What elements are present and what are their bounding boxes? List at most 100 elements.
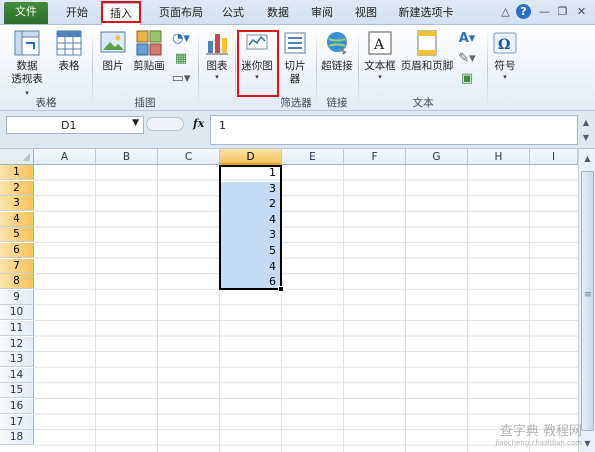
smartart-icon[interactable]: ▦: [170, 49, 192, 69]
formula-bar: D1 ▼ fx 1 ▲ ▼: [0, 111, 595, 149]
cell-d4[interactable]: 4: [220, 212, 279, 228]
chart-button[interactable]: 图表 ▾: [203, 29, 231, 81]
table-button[interactable]: 表格: [52, 29, 86, 73]
screenshot-icon[interactable]: ▭▾: [170, 69, 192, 89]
slicer-icon: [284, 32, 306, 54]
picture-button[interactable]: 图片: [98, 29, 128, 73]
ribbon-tab-bar: 文件 开始 插入 页面布局 公式 数据 审阅 视图 新建选项卡 △ ? — ❐ …: [0, 0, 595, 26]
cell-d3[interactable]: 2: [220, 196, 279, 212]
row-header-6[interactable]: 6: [0, 243, 34, 258]
chart-label: 图表: [206, 60, 228, 72]
minimize-icon[interactable]: —: [537, 4, 552, 19]
row-header-17[interactable]: 17: [0, 414, 34, 430]
shapes-icon[interactable]: ◔▾: [170, 29, 192, 49]
row-header-16[interactable]: 16: [0, 399, 34, 414]
hyperlink-icon: [327, 32, 347, 55]
column-header-h[interactable]: H: [468, 149, 530, 165]
signature-line-icon[interactable]: ✎▾: [456, 49, 478, 69]
collapse-ribbon-icon[interactable]: △: [498, 4, 513, 19]
name-box-value: D1: [61, 119, 77, 132]
row-header-18[interactable]: 18: [0, 430, 34, 446]
tab-data[interactable]: 数据: [258, 3, 298, 24]
restore-icon[interactable]: ❐: [555, 4, 570, 19]
cell-d6[interactable]: 5: [220, 243, 279, 259]
tab-formulas[interactable]: 公式: [214, 3, 252, 24]
cell-grid[interactable]: [34, 165, 578, 452]
row-header-11[interactable]: 11: [0, 321, 34, 336]
cell-d2[interactable]: 3: [220, 181, 279, 197]
watermark: 查字典 教程网 jiaocheng.chazidian.com: [462, 420, 582, 447]
name-box[interactable]: D1 ▼: [6, 116, 144, 134]
column-header-a[interactable]: A: [34, 149, 96, 165]
row-header-9[interactable]: 9: [0, 289, 34, 305]
textbox-button[interactable]: A 文本框 ▾: [362, 29, 398, 81]
formula-bar-splitter[interactable]: [146, 117, 184, 131]
ribbon-insert: 数据 透视表 ▾ 表格 表格 图片 剪贴画 ◔▾ ▦ ▭▾ 插图 图表 ▾ 迷你…: [0, 25, 595, 111]
fx-icon[interactable]: fx: [193, 117, 204, 130]
select-all-corner[interactable]: [0, 149, 34, 165]
text-small-buttons[interactable]: A▾ ✎▾ ▣: [456, 29, 478, 89]
svg-text:Ω: Ω: [498, 37, 510, 53]
name-box-dropdown-icon[interactable]: ▼: [132, 118, 139, 128]
group-filter-label: 筛选器: [280, 97, 312, 109]
column-header-i[interactable]: I: [530, 149, 578, 165]
column-header-g[interactable]: G: [406, 149, 468, 165]
hyperlink-button[interactable]: 超链接: [320, 29, 354, 73]
row-header-13[interactable]: 13: [0, 352, 34, 368]
scroll-thumb[interactable]: [581, 171, 594, 431]
textbox-label: 文本框: [364, 60, 396, 72]
header-footer-button[interactable]: 页眉和页脚: [400, 29, 454, 73]
group-separator: [358, 31, 359, 107]
shapes-smartart-buttons[interactable]: ◔▾ ▦ ▭▾: [170, 29, 192, 89]
object-icon[interactable]: ▣: [456, 69, 478, 89]
row-header-2[interactable]: 2: [0, 180, 34, 196]
sparkline-highlight: [237, 30, 279, 97]
group-tables-label: 表格: [35, 97, 57, 109]
column-header-c[interactable]: C: [158, 149, 220, 165]
column-header-d[interactable]: D: [220, 149, 282, 165]
row-header-10[interactable]: 10: [0, 305, 34, 321]
column-header-e[interactable]: E: [282, 149, 344, 165]
textbox-icon: A: [368, 31, 392, 55]
formula-expand-icon[interactable]: ▲ ▼: [580, 115, 592, 145]
close-icon[interactable]: ✕: [574, 4, 589, 19]
row-header-5[interactable]: 5: [0, 227, 34, 243]
formula-input[interactable]: 1: [210, 115, 578, 145]
help-icon[interactable]: ?: [516, 4, 531, 19]
cell-d1[interactable]: 1: [220, 165, 279, 181]
cell-d5[interactable]: 3: [220, 227, 279, 243]
clipart-button[interactable]: 剪贴画: [132, 29, 166, 73]
tab-home[interactable]: 开始: [56, 3, 98, 24]
omega-icon: Ω: [493, 32, 517, 54]
pivot-table-button[interactable]: 数据 透视表 ▾: [8, 29, 46, 99]
slicer-button[interactable]: 切片器: [280, 29, 310, 86]
tab-view[interactable]: 视图: [346, 3, 386, 24]
row-header-7[interactable]: 7: [0, 258, 34, 274]
fill-handle[interactable]: [278, 286, 284, 292]
cell-d7[interactable]: 4: [220, 259, 279, 275]
row-header-3[interactable]: 3: [0, 196, 34, 212]
table-label: 表格: [58, 60, 80, 72]
pivot-table-label-1: 数据: [16, 60, 38, 72]
row-header-4[interactable]: 4: [0, 211, 34, 227]
row-header-14[interactable]: 14: [0, 367, 34, 383]
symbol-button[interactable]: Ω 符号 ▾: [490, 29, 520, 81]
tab-page-layout[interactable]: 页面布局: [150, 3, 212, 24]
scroll-down-icon[interactable]: ▼: [581, 437, 594, 450]
row-header-8[interactable]: 8: [0, 274, 34, 290]
vertical-scrollbar[interactable]: ▲ ▼: [578, 149, 595, 452]
scroll-up-icon[interactable]: ▲: [581, 152, 594, 165]
row-header-1[interactable]: 1: [0, 165, 34, 180]
column-header-f[interactable]: F: [344, 149, 406, 165]
clipart-icon: [136, 30, 162, 56]
tab-new[interactable]: 新建选项卡: [392, 3, 460, 24]
tab-file[interactable]: 文件: [4, 2, 48, 24]
slicer-label: 切片器: [284, 60, 306, 85]
group-text-label: 文本: [412, 97, 434, 109]
tab-review[interactable]: 审阅: [302, 3, 342, 24]
column-header-b[interactable]: B: [96, 149, 158, 165]
wordart-icon[interactable]: A▾: [456, 29, 478, 49]
cell-d8[interactable]: 6: [220, 274, 279, 290]
row-header-12[interactable]: 12: [0, 336, 34, 352]
row-header-15[interactable]: 15: [0, 383, 34, 399]
